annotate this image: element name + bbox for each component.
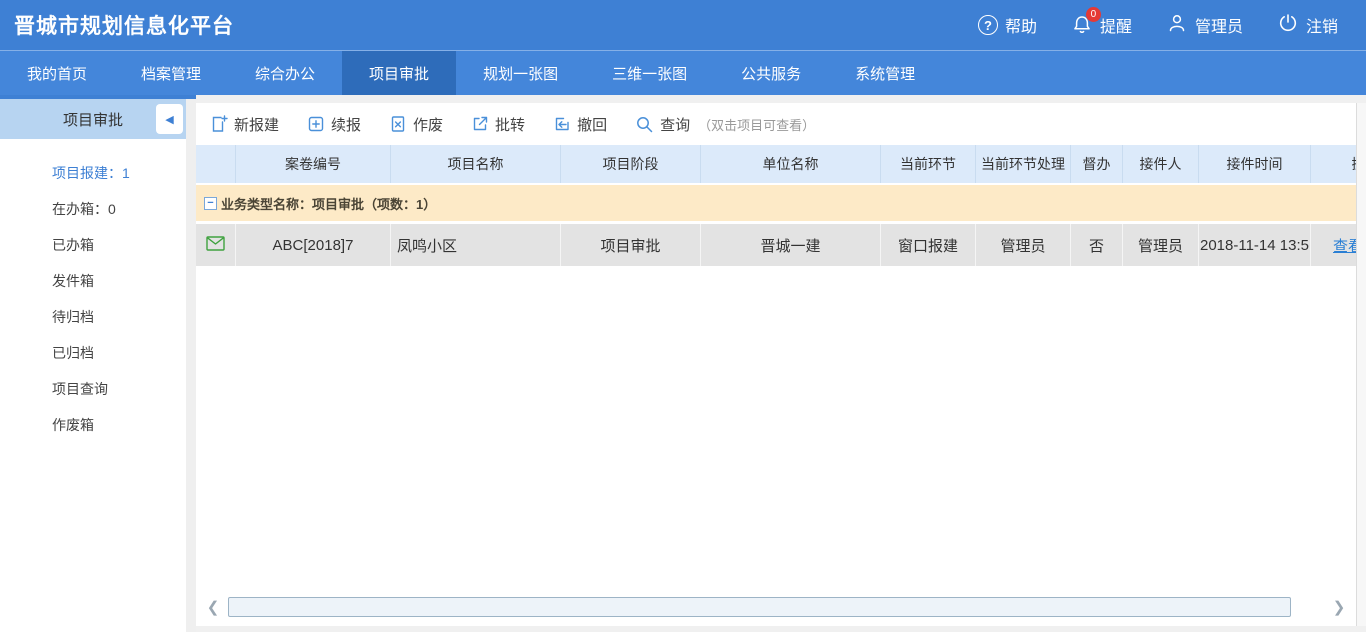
tab-office[interactable]: 综合办公 [228,51,342,95]
sidebar-title: 项目审批 [63,109,123,130]
logout-button[interactable]: 注销 [1277,12,1338,39]
user-icon [1166,12,1188,39]
sidebar-item-project-search[interactable]: 项目查询 [0,371,186,407]
main-panel: 新报建 续报 作废 [196,103,1356,626]
col-header-project-name: 项目名称 [391,145,561,183]
tab-home[interactable]: 我的首页 [0,51,114,95]
col-header-current-step: 当前环节 [881,145,976,183]
scrollbar-thumb[interactable] [228,597,1291,617]
cell-project-name: 凤鸣小区 [391,224,561,266]
cell-supervise: 否 [1071,224,1123,266]
scrollbar-track[interactable] [228,597,1324,617]
power-icon [1277,12,1299,39]
user-label: 管理员 [1195,13,1243,37]
new-filing-button[interactable]: 新报建 [210,114,279,135]
cell-receive-time: 2018-11-14 13:5 [1199,224,1311,266]
sidebar-item-archived[interactable]: 已归档 [0,335,186,371]
col-header-unit: 单位名称 [701,145,881,183]
sidebar-item-inbox[interactable]: 在办箱：0 [0,191,186,227]
tab-project-approval[interactable]: 项目审批 [342,51,456,95]
new-document-icon [210,115,228,133]
sidebar-item-list: 项目报建：1 在办箱：0 已办箱 发件箱 待归档 已归档 项目查询 作废箱 [0,139,186,443]
col-header-step-handler: 当前环节处理 [976,145,1071,183]
bell-icon: 0 [1071,14,1093,36]
sidebar-item-voided[interactable]: 作废箱 [0,407,186,443]
transfer-button[interactable]: 批转 [471,114,525,135]
help-button[interactable]: ? 帮助 [978,13,1037,37]
tab-3d-map[interactable]: 三维一张图 [585,51,714,95]
scroll-left-arrow[interactable]: ❮ [204,598,222,616]
tab-system-admin[interactable]: 系统管理 [828,51,942,95]
void-label: 作废 [413,114,443,135]
document-x-icon [389,115,407,133]
col-header-receive-time: 接件时间 [1199,145,1311,183]
collapse-group-icon[interactable]: − [204,197,217,210]
group-row-label: 业务类型名称：项目审批（项数：1） [221,194,436,213]
search-button[interactable]: 查询 [635,114,690,135]
table-row[interactable]: ABC[2018]7 凤鸣小区 项目审批 晋城一建 窗口报建 管理员 否 管理员… [196,224,1356,266]
cell-current-step: 窗口报建 [881,224,976,266]
user-menu[interactable]: 管理员 [1166,12,1243,39]
help-icon: ? [978,15,998,35]
top-header-bar: 晋城市规划信息化平台 ? 帮助 0 提醒 管理员 [0,0,1366,50]
results-grid: 案卷编号 项目名称 项目阶段 单位名称 当前环节 当前环节处理 督办 接件人 接… [196,145,1356,266]
vertical-scrollbar-area[interactable] [1356,103,1366,626]
row-status-cell [196,224,236,266]
sidebar-item-to-archive[interactable]: 待归档 [0,299,186,335]
logout-label: 注销 [1306,13,1338,37]
search-hint: （双击项目可查看） [698,115,815,134]
envelope-icon [206,236,225,255]
sidebar-gutter [186,99,196,632]
tab-public-service[interactable]: 公共服务 [714,51,828,95]
tab-archives[interactable]: 档案管理 [114,51,228,95]
scroll-right-arrow[interactable]: ❯ [1330,598,1348,616]
sidebar-collapse-button[interactable]: ◀ [156,104,183,134]
search-icon [635,115,654,134]
cell-step-handler: 管理员 [976,224,1071,266]
toolbar: 新报建 续报 作废 [196,103,1356,145]
renew-button[interactable]: 续报 [307,114,361,135]
col-header-action: 操作 [1311,145,1356,183]
reminder-badge: 0 [1086,7,1101,22]
void-button[interactable]: 作废 [389,114,443,135]
group-row: − 业务类型名称：项目审批（项数：1） [196,185,1356,221]
collapse-left-icon: ◀ [165,113,173,126]
sidebar-region: 项目审批 ◀ 项目报建：1 在办箱：0 已办箱 发件箱 待归档 已归档 项目查询… [0,95,196,632]
withdraw-label: 撤回 [577,114,607,135]
plus-square-icon [307,115,325,133]
reminder-button[interactable]: 0 提醒 [1071,13,1132,37]
cell-receiver: 管理员 [1123,224,1199,266]
withdraw-button[interactable]: 撤回 [553,114,607,135]
col-header-receiver: 接件人 [1123,145,1199,183]
search-label: 查询 [660,114,690,135]
content-layout: 项目审批 ◀ 项目报建：1 在办箱：0 已办箱 发件箱 待归档 已归档 项目查询… [0,95,1366,632]
app-title: 晋城市规划信息化平台 [14,10,234,40]
new-filing-label: 新报建 [234,114,279,135]
tab-planning-map[interactable]: 规划一张图 [456,51,585,95]
cell-stage: 项目审批 [561,224,701,266]
main-nav: 我的首页 档案管理 综合办公 项目审批 规划一张图 三维一张图 公共服务 系统管… [0,50,1366,95]
help-label: 帮助 [1005,13,1037,37]
sidebar: 项目审批 ◀ 项目报建：1 在办箱：0 已办箱 发件箱 待归档 已归档 项目查询… [0,99,186,632]
topbar-actions: ? 帮助 0 提醒 管理员 [978,12,1352,39]
col-header-case-no: 案卷编号 [236,145,391,183]
sidebar-header: 项目审批 ◀ [0,99,186,139]
share-arrow-icon [471,115,489,133]
grid-header-row: 案卷编号 项目名称 项目阶段 单位名称 当前环节 当前环节处理 督办 接件人 接… [196,145,1356,183]
horizontal-scrollbar: ❮ ❯ [204,596,1348,618]
renew-label: 续报 [331,114,361,135]
transfer-label: 批转 [495,114,525,135]
cell-action: 查看 [1311,224,1356,266]
cell-unit: 晋城一建 [701,224,881,266]
sidebar-item-outbox[interactable]: 发件箱 [0,263,186,299]
col-header-supervise: 督办 [1071,145,1123,183]
cell-case-no: ABC[2018]7 [236,224,391,266]
view-link[interactable]: 查看 [1333,235,1356,256]
col-header-stage: 项目阶段 [561,145,701,183]
reminder-label: 提醒 [1100,13,1132,37]
return-arrow-icon [553,115,571,133]
sidebar-item-project-filing[interactable]: 项目报建：1 [0,155,186,191]
col-header-icon [196,145,236,183]
sidebar-item-done[interactable]: 已办箱 [0,227,186,263]
